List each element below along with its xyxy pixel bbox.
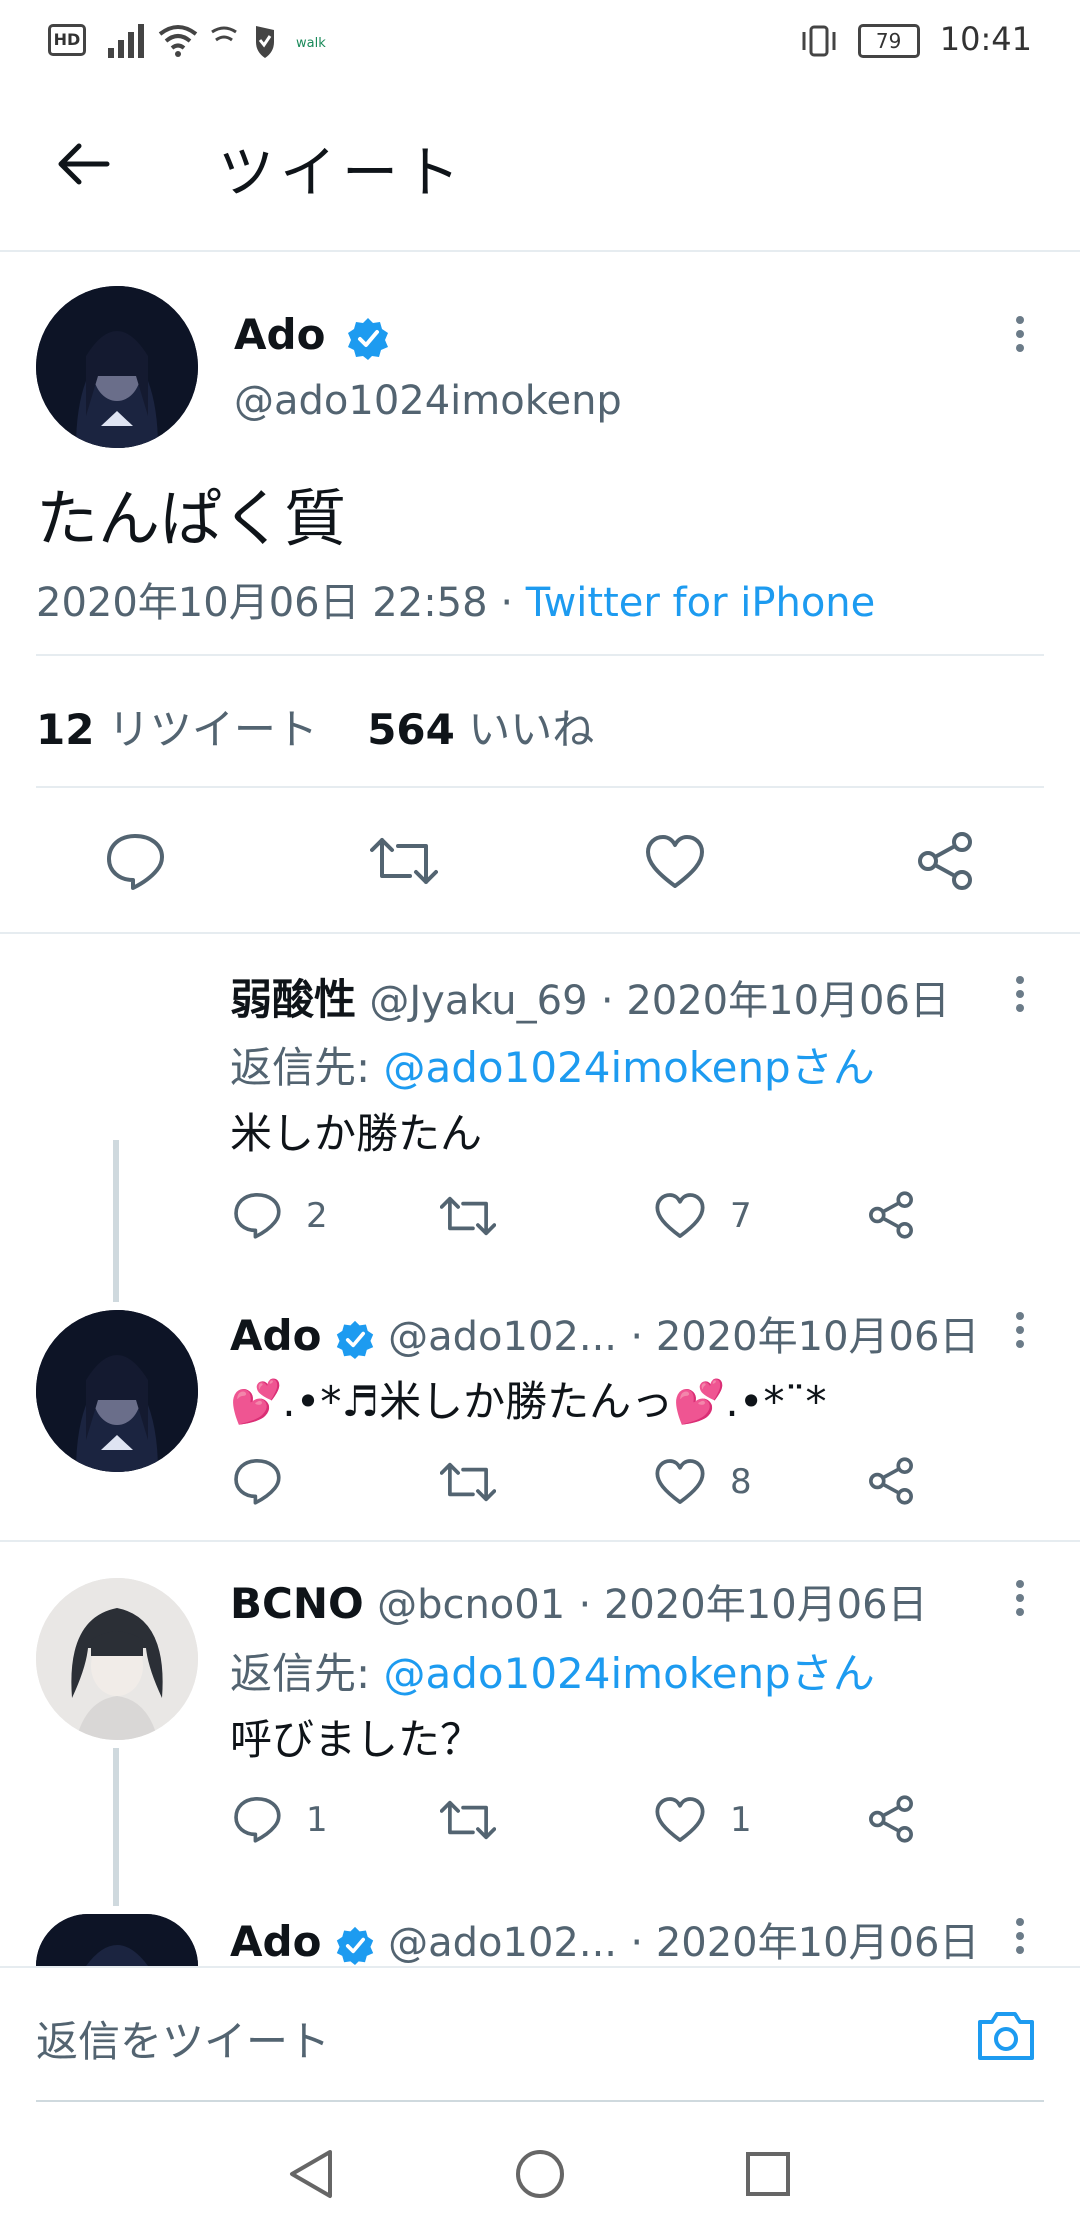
reply-1-text: 米しか勝たん xyxy=(230,1109,483,1158)
reply-count: 1 xyxy=(306,1800,328,1840)
share-icon[interactable] xyxy=(866,1456,916,1506)
share-icon[interactable] xyxy=(866,1190,916,1240)
reply-3-replying-to: 返信先: @ado1024imokenpさん xyxy=(230,1649,875,1698)
reply-composer: 返信をツイート xyxy=(0,1966,1080,2106)
reply-2-handle[interactable]: @ado102... xyxy=(388,1314,617,1360)
avatar-ado[interactable] xyxy=(36,1310,198,1472)
status-bar: HD walk 79 10:41 xyxy=(0,0,1080,80)
divider xyxy=(0,1540,1080,1542)
retweet-icon[interactable] xyxy=(370,832,438,890)
avatar-ado[interactable] xyxy=(36,1914,198,1966)
reply-3-date: · 2020年10月06日 xyxy=(578,1582,928,1628)
tweet-author-name[interactable]: Ado xyxy=(234,310,390,360)
author-name[interactable]: Ado xyxy=(234,310,325,359)
like-icon[interactable] xyxy=(654,1192,706,1240)
vibrate-icon xyxy=(802,25,836,57)
more-options-icon[interactable] xyxy=(1015,970,1025,1018)
nav-home-icon[interactable] xyxy=(514,2148,566,2200)
reply-3-mention-link[interactable]: @ado1024imokenpさん xyxy=(384,1649,875,1698)
divider xyxy=(0,932,1080,934)
more-options-icon[interactable] xyxy=(1015,310,1025,358)
reply-4-handle[interactable]: @ado102... xyxy=(388,1920,617,1966)
reply-3-text: 呼びました？ xyxy=(230,1715,483,1764)
like-count: 8 xyxy=(730,1462,752,1502)
retweet-icon[interactable] xyxy=(440,1796,496,1844)
verified-badge-icon xyxy=(348,317,389,360)
more-options-icon[interactable] xyxy=(1015,1912,1025,1960)
reply-3-header: BCNO @bcno01 · 2020年10月06日 xyxy=(230,1572,928,1630)
tweet-text: たんぱく質 xyxy=(36,482,347,555)
reply-1-handle[interactable]: @Jyaku_69 xyxy=(369,978,587,1024)
reply-icon[interactable] xyxy=(232,1456,282,1506)
reply-icon[interactable] xyxy=(104,830,166,892)
reply-1-name[interactable]: 弱酸性 xyxy=(230,975,356,1024)
meta-separator: · xyxy=(500,580,514,626)
like-icon[interactable] xyxy=(644,834,706,890)
tweet-author-handle[interactable]: @ado1024imokenp xyxy=(234,378,622,424)
avatar-bcno[interactable] xyxy=(36,1578,198,1740)
retweet-icon[interactable] xyxy=(440,1192,496,1240)
like-count: 1 xyxy=(730,1800,752,1840)
likes-stat[interactable]: 564 いいね xyxy=(367,705,594,754)
nav-recents-icon[interactable] xyxy=(744,2150,792,2198)
reply-4-name[interactable]: Ado xyxy=(230,1917,321,1966)
verified-badge-icon xyxy=(336,1320,373,1359)
like-icon[interactable] xyxy=(654,1458,706,1506)
thread-line xyxy=(113,1140,119,1302)
reply-icon[interactable] xyxy=(232,1794,282,1844)
top-app-bar: ツイート xyxy=(0,80,1080,252)
verified-badge-icon xyxy=(336,1926,373,1965)
reply-4-date: · 2020年10月06日 xyxy=(630,1920,980,1966)
tweet-meta: 2020年10月06日 22:58 · Twitter for iPhone xyxy=(36,570,875,628)
more-options-icon[interactable] xyxy=(1015,1574,1025,1622)
share-icon[interactable] xyxy=(914,830,976,892)
thread-line xyxy=(113,1748,119,1906)
reply-1-date: · 2020年10月06日 xyxy=(600,978,950,1024)
reply-1-mention-link[interactable]: @ado1024imokenpさん xyxy=(384,1043,875,1092)
system-nav-bar xyxy=(0,2104,1080,2240)
retweets-stat[interactable]: 12 リツイート xyxy=(36,705,318,754)
reply-1-replying-to: 返信先: @ado1024imokenpさん xyxy=(230,1043,875,1092)
like-icon[interactable] xyxy=(654,1796,706,1844)
tweet-source-link[interactable]: Twitter for iPhone xyxy=(526,580,876,626)
reply-4-header: Ado @ado102... · 2020年10月06日 xyxy=(230,1910,979,1968)
tweet-datetime: 2020年10月06日 22:58 xyxy=(36,580,488,626)
composer-underline xyxy=(36,2100,1044,2102)
like-count: 7 xyxy=(730,1196,752,1236)
reply-1-header: 弱酸性 @Jyaku_69 · 2020年10月06日 xyxy=(230,966,950,1027)
tweet-stats: 12 リツイート 564 いいね xyxy=(36,696,594,757)
back-arrow-icon[interactable] xyxy=(55,140,111,188)
reply-input[interactable]: 返信をツイート xyxy=(36,2008,330,2069)
more-options-icon[interactable] xyxy=(1015,1306,1025,1354)
hd-icon: HD xyxy=(48,24,86,56)
status-right: 79 10:41 xyxy=(799,20,1032,58)
reply-icon[interactable] xyxy=(232,1190,282,1240)
reply-2-date: · 2020年10月06日 xyxy=(630,1314,980,1360)
nav-back-icon[interactable] xyxy=(288,2148,334,2200)
share-icon[interactable] xyxy=(866,1794,916,1844)
walk-icon: walk xyxy=(296,36,326,51)
battery-indicator: 79 xyxy=(857,24,920,58)
retweet-icon[interactable] xyxy=(440,1458,496,1506)
reply-3-name[interactable]: BCNO xyxy=(230,1579,364,1628)
reply-2-name[interactable]: Ado xyxy=(230,1311,321,1360)
divider xyxy=(36,786,1044,788)
camera-icon[interactable] xyxy=(974,2008,1038,2064)
divider xyxy=(36,654,1044,656)
reply-2-text: 💕.•*♬米しか勝たんっ💕.•*¨* xyxy=(230,1377,827,1426)
reply-3-handle[interactable]: @bcno01 xyxy=(377,1582,565,1628)
avatar-ado[interactable] xyxy=(36,286,198,448)
reply-count: 2 xyxy=(306,1196,328,1236)
clock: 10:41 xyxy=(939,20,1032,58)
page-title: ツイート xyxy=(218,141,466,206)
reply-2-header: Ado @ado102... · 2020年10月06日 xyxy=(230,1304,979,1362)
